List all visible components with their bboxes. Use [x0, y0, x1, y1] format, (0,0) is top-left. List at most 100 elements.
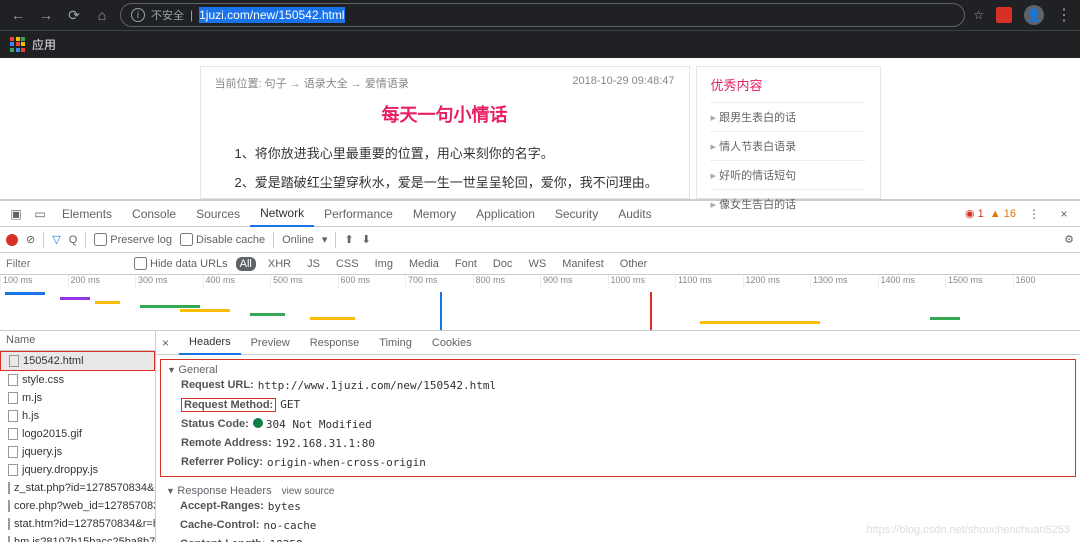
page-timestamp: 2018-10-29 09:48:47: [572, 75, 674, 91]
file-icon: [8, 428, 18, 440]
clear-icon[interactable]: ⊘: [26, 233, 35, 246]
filter-all[interactable]: All: [236, 257, 256, 271]
bookmarks-bar: 应用: [0, 30, 1080, 58]
inspect-icon[interactable]: ▣: [8, 206, 24, 222]
file-icon: [8, 464, 18, 476]
filter-input[interactable]: [6, 258, 126, 270]
sidebar-item[interactable]: 情人节表白语录: [711, 131, 866, 160]
view-source-link[interactable]: view source: [282, 486, 335, 497]
filter-xhr[interactable]: XHR: [264, 257, 295, 271]
section-header-general[interactable]: General: [167, 364, 1069, 376]
filter-toggle-icon[interactable]: ▽: [52, 233, 60, 246]
header-key: Accept-Ranges:: [180, 500, 264, 513]
apps-icon[interactable]: [10, 37, 26, 53]
upload-icon[interactable]: ⬆: [344, 233, 353, 246]
headers-body: General Request URL:http://www.1juzi.com…: [156, 355, 1080, 542]
filter-font[interactable]: Font: [451, 257, 481, 271]
hide-data-urls-checkbox[interactable]: Hide data URLs: [134, 257, 228, 270]
request-item[interactable]: jquery.js: [0, 443, 155, 461]
request-item[interactable]: hm.js?8107b15bacc25ba8b7f...: [0, 533, 155, 542]
download-icon[interactable]: ⬇: [362, 233, 371, 246]
detail-tab-headers[interactable]: Headers: [179, 331, 241, 355]
request-item[interactable]: z_stat.php?id=1278570834&...: [0, 479, 155, 497]
tab-console[interactable]: Console: [122, 201, 186, 227]
filter-js[interactable]: JS: [303, 257, 324, 271]
request-item[interactable]: 150542.html: [0, 351, 155, 371]
filter-img[interactable]: Img: [371, 257, 397, 271]
header-value: 304 Not Modified: [253, 418, 372, 431]
breadcrumb: 当前位置: 句子 → 语录大全 → 爱情语录 2018-10-29 09:48:…: [215, 75, 675, 91]
filter-css[interactable]: CSS: [332, 257, 363, 271]
back-button[interactable]: ←: [8, 7, 28, 23]
settings-gear-icon[interactable]: ⚙: [1064, 233, 1074, 246]
devtools-main: Name 150542.html style.css m.js h.js log…: [0, 331, 1080, 542]
network-toolbar: ⊘ ▽ Q Preserve log Disable cache Online …: [0, 227, 1080, 253]
timeline[interactable]: 100 ms 200 ms 300 ms 400 ms 500 ms 600 m…: [0, 275, 1080, 331]
sidebar-item[interactable]: 跟男生表白的话: [711, 102, 866, 131]
dots-icon[interactable]: ⋮: [1026, 206, 1042, 222]
filter-media[interactable]: Media: [405, 257, 443, 271]
close-detail-icon[interactable]: ×: [162, 336, 169, 350]
warning-badge[interactable]: ▲ 16: [990, 208, 1016, 220]
breadcrumb-label: 当前位置:: [215, 78, 262, 90]
apps-label[interactable]: 应用: [32, 36, 56, 53]
filter-doc[interactable]: Doc: [489, 257, 517, 271]
filter-ws[interactable]: WS: [524, 257, 550, 271]
filter-manifest[interactable]: Manifest: [558, 257, 608, 271]
reload-button[interactable]: ⟳: [64, 7, 84, 24]
bookmark-star-icon[interactable]: ☆: [973, 8, 984, 22]
chevron-down-icon[interactable]: ▾: [322, 233, 328, 246]
disable-cache-checkbox[interactable]: Disable cache: [180, 233, 265, 246]
detail-tab-preview[interactable]: Preview: [241, 331, 300, 355]
header-value: GET: [280, 398, 300, 412]
section-header-response[interactable]: Response Headersview source: [166, 485, 1070, 497]
timeline-tick: 1600: [1013, 275, 1080, 289]
profile-icon[interactable]: 👤: [1024, 5, 1044, 25]
breadcrumb-link[interactable]: 爱情语录: [365, 78, 409, 90]
breadcrumb-link[interactable]: 句子: [265, 78, 287, 90]
forward-button[interactable]: →: [36, 7, 56, 23]
tab-sources[interactable]: Sources: [186, 201, 250, 227]
menu-icon[interactable]: ⋮: [1056, 5, 1072, 25]
timeline-tick: 1200 ms: [743, 275, 811, 289]
tab-performance[interactable]: Performance: [314, 201, 403, 227]
online-select[interactable]: Online: [282, 234, 314, 246]
tab-memory[interactable]: Memory: [403, 201, 466, 227]
file-icon: [8, 410, 18, 422]
header-value: http://www.1juzi.com/new/150542.html: [258, 379, 496, 392]
header-value: 18258: [270, 538, 303, 542]
home-button[interactable]: ⌂: [92, 7, 112, 23]
request-item[interactable]: jquery.droppy.js: [0, 461, 155, 479]
close-icon[interactable]: ×: [1056, 206, 1072, 222]
timeline-tick: 1400 ms: [878, 275, 946, 289]
breadcrumb-link[interactable]: 语录大全: [304, 78, 348, 90]
url-bar[interactable]: i 不安全 | 1juzi.com/new/150542.html: [120, 3, 965, 27]
preserve-log-checkbox[interactable]: Preserve log: [94, 233, 172, 246]
tab-audits[interactable]: Audits: [608, 201, 661, 227]
detail-tab-response[interactable]: Response: [300, 331, 370, 355]
devtools: ▣ ▭ Elements Console Sources Network Per…: [0, 200, 1080, 542]
request-item[interactable]: h.js: [0, 407, 155, 425]
sidebar-item[interactable]: 好听的情话短句: [711, 160, 866, 189]
device-toggle-icon[interactable]: ▭: [32, 206, 48, 222]
watermark: https://blog.csdn.net/shouchenchuan5253: [866, 524, 1070, 536]
info-icon[interactable]: i: [131, 8, 145, 22]
request-item[interactable]: stat.htm?id=1278570834&r=h...: [0, 515, 155, 533]
extension-icon[interactable]: [996, 7, 1012, 23]
tab-security[interactable]: Security: [545, 201, 608, 227]
search-icon[interactable]: Q: [69, 234, 78, 246]
request-item[interactable]: m.js: [0, 389, 155, 407]
detail-tab-timing[interactable]: Timing: [369, 331, 422, 355]
timeline-tick: 100 ms: [0, 275, 68, 289]
request-item[interactable]: core.php?web_id=127857083...: [0, 497, 155, 515]
column-header-name[interactable]: Name: [0, 331, 155, 351]
filter-other[interactable]: Other: [616, 257, 652, 271]
tab-application[interactable]: Application: [466, 201, 545, 227]
record-button[interactable]: [6, 234, 18, 246]
request-item[interactable]: logo2015.gif: [0, 425, 155, 443]
request-item[interactable]: style.css: [0, 371, 155, 389]
tab-elements[interactable]: Elements: [52, 201, 122, 227]
detail-tab-cookies[interactable]: Cookies: [422, 331, 482, 355]
tab-network[interactable]: Network: [250, 201, 314, 227]
error-badge[interactable]: ◉ 1: [965, 207, 984, 220]
